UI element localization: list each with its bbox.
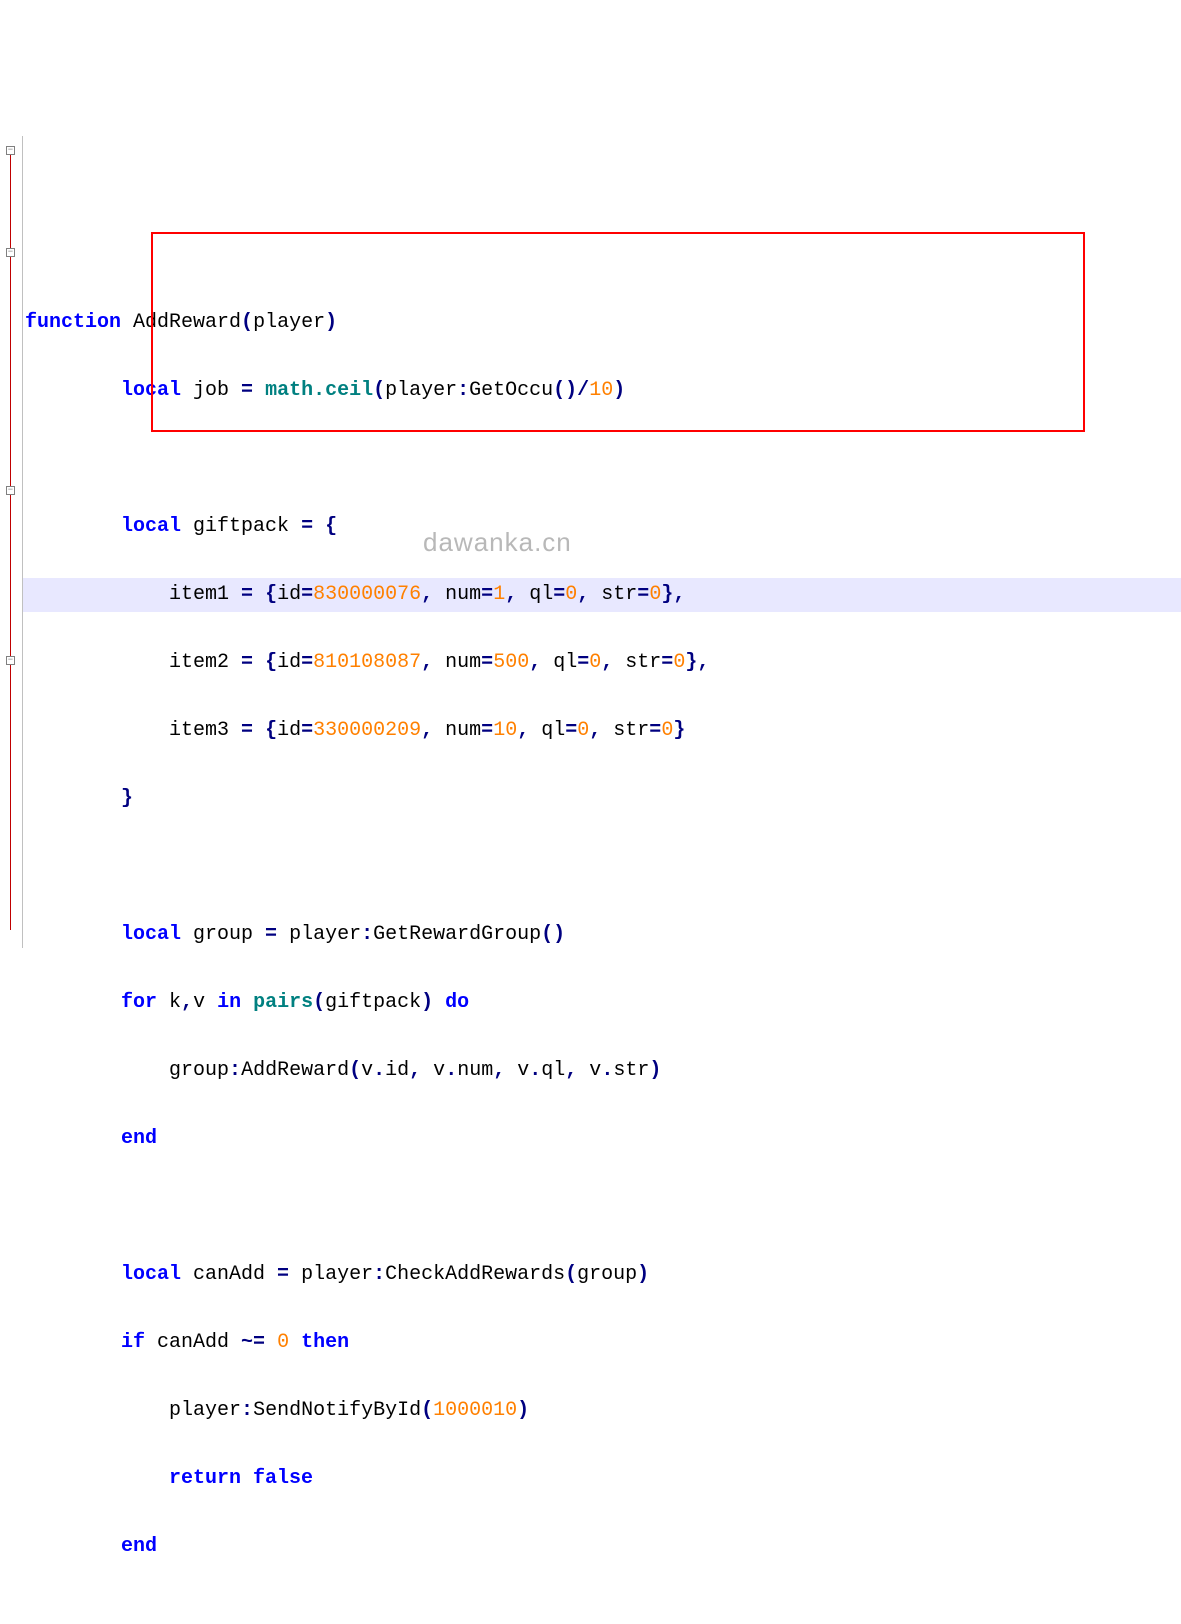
code-line: function AddReward(player) bbox=[25, 306, 1181, 340]
fold-icon[interactable] bbox=[6, 656, 15, 665]
code-line: item3 = {id=330000209, num=10, ql=0, str… bbox=[25, 714, 1181, 748]
code-line: item2 = {id=810108087, num=500, ql=0, st… bbox=[25, 646, 1181, 680]
code-area[interactable]: dawanka.cn function AddReward(player) lo… bbox=[23, 136, 1181, 948]
code-line: local giftpack = { bbox=[25, 510, 1181, 544]
fold-icon[interactable] bbox=[6, 146, 15, 155]
code-line: for k,v in pairs(giftpack) do bbox=[25, 986, 1181, 1020]
fold-gutter bbox=[0, 136, 23, 948]
code-line: if canAdd ~= 0 then bbox=[25, 1326, 1181, 1360]
code-line: return false bbox=[25, 1462, 1181, 1496]
code-line: } bbox=[25, 782, 1181, 816]
code-line: group:AddReward(v.id, v.num, v.ql, v.str… bbox=[25, 1054, 1181, 1088]
code-line: end bbox=[25, 1122, 1181, 1156]
code-line: end bbox=[25, 1530, 1181, 1564]
code-line: local group = player:GetRewardGroup() bbox=[25, 918, 1181, 952]
code-line: player:SendNotifyById(1000010) bbox=[25, 1394, 1181, 1428]
fold-icon[interactable] bbox=[6, 486, 15, 495]
code-line bbox=[25, 1190, 1181, 1224]
code-line: local canAdd = player:CheckAddRewards(gr… bbox=[25, 1258, 1181, 1292]
fold-icon[interactable] bbox=[6, 248, 15, 257]
code-editor[interactable]: dawanka.cn function AddReward(player) lo… bbox=[0, 136, 1181, 948]
code-line: item1 = {id=830000076, num=1, ql=0, str=… bbox=[25, 578, 1181, 612]
code-line: local job = math.ceil(player:GetOccu()/1… bbox=[25, 374, 1181, 408]
